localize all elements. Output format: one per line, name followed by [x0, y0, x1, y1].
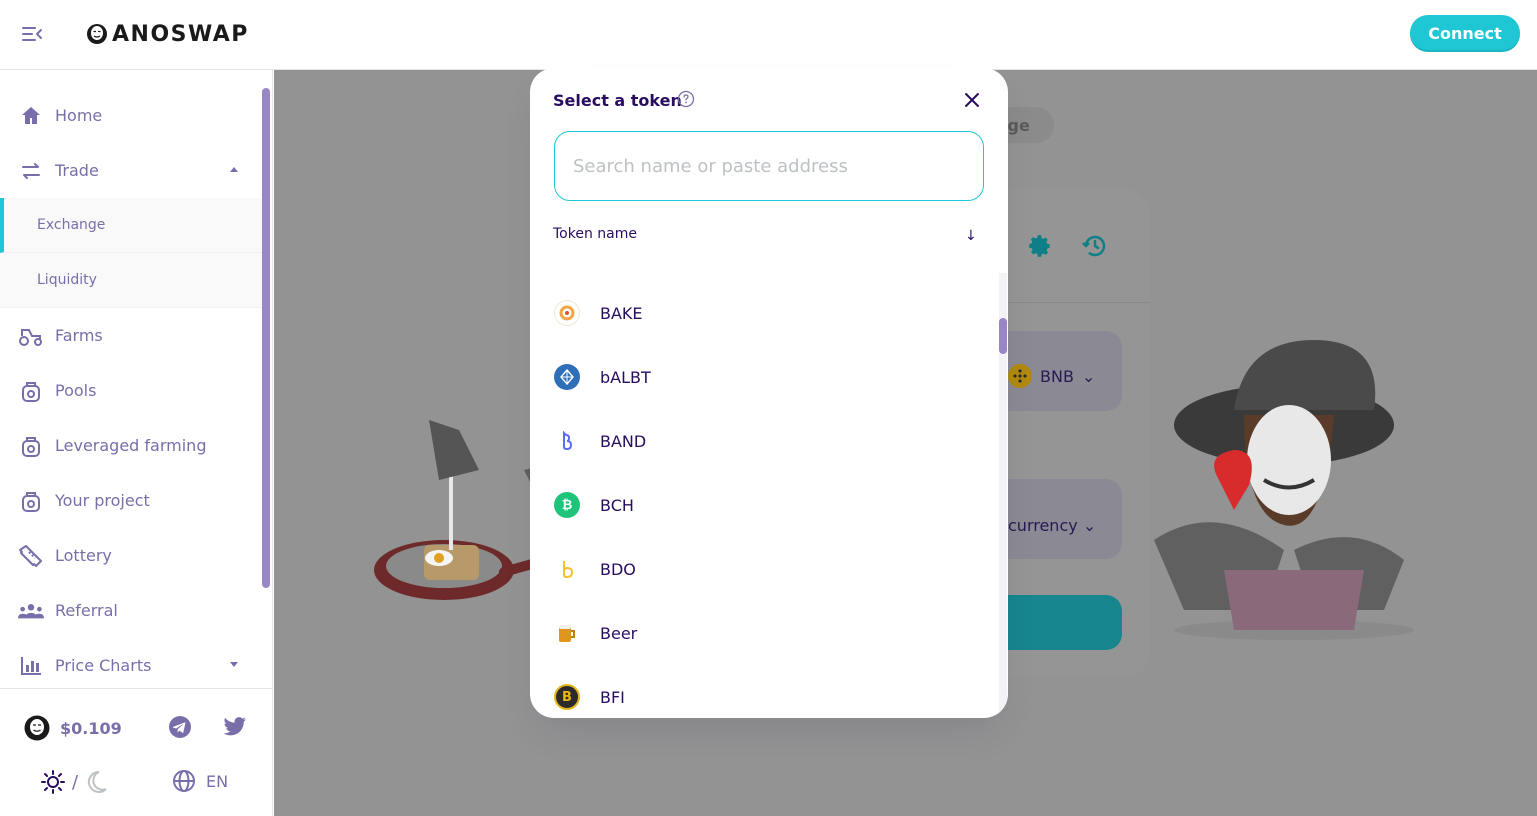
twitter-icon[interactable]: [223, 716, 247, 738]
mascot-kiss-illustration: [1154, 340, 1414, 640]
sidebar-item-label: Your project: [55, 491, 150, 510]
logo-text: ANOSWAP: [112, 21, 249, 47]
token-name-column-header: Token name: [553, 226, 637, 242]
chevron-up-icon: [230, 167, 238, 172]
sidebar-item-label: Pools: [55, 381, 97, 400]
chevron-down-icon: ⌄: [1082, 516, 1097, 535]
sidebar-item-label: Trade: [55, 161, 99, 180]
sidebar-item-referral[interactable]: Referral: [0, 583, 262, 638]
token-symbol: BDO: [600, 559, 636, 579]
sidebar-item-home[interactable]: Home: [0, 88, 262, 143]
ticket-icon: [19, 544, 42, 567]
sidebar-item-label: Price Charts: [55, 656, 152, 675]
help-icon[interactable]: [677, 90, 695, 108]
sidebar-item-label: Home: [55, 106, 103, 125]
close-icon[interactable]: [962, 90, 982, 110]
chevron-down-icon: [230, 662, 238, 667]
token-row-bch[interactable]: ₿ BCH: [530, 473, 990, 537]
token-symbol: BAND: [600, 431, 647, 451]
sidebar-subitem-exchange[interactable]: Exchange: [0, 198, 262, 253]
modal-title: Select a token: [553, 91, 682, 110]
sidebar-subitem-liquidity[interactable]: Liquidity: [0, 253, 262, 308]
tractor-icon: [19, 328, 42, 346]
sidebar-item-leveraged-farming[interactable]: Leveraged farming: [0, 418, 262, 473]
theme-separator: /: [72, 771, 79, 793]
top-navbar: ANOSWAP Connect: [0, 0, 1537, 70]
token-price-value: $0.109: [60, 718, 122, 738]
moon-icon: [87, 770, 107, 793]
select-token-modal: Select a token Token name ↓ BAKE bALBT B…: [530, 68, 1008, 718]
bnb-icon: [1008, 364, 1032, 388]
sidebar-nav: Home Trade Exchange Liquidity Farms Pool…: [0, 88, 262, 693]
token-symbol: BCH: [600, 495, 634, 515]
sidebar-item-label: Referral: [55, 601, 118, 620]
token-row-bfi[interactable]: B BFI: [530, 665, 990, 718]
mask-token-icon: [24, 715, 50, 741]
telegram-icon[interactable]: [168, 715, 192, 739]
sort-arrow-icon[interactable]: ↓: [965, 228, 977, 244]
theme-toggle[interactable]: /: [40, 769, 108, 795]
menu-collapse-icon[interactable]: [20, 22, 44, 46]
sidebar-scrollbar[interactable]: [262, 88, 270, 588]
sidebar-item-label: Lottery: [55, 546, 112, 565]
sidebar-item-label: Leveraged farming: [55, 436, 207, 455]
token-symbol: bALBT: [600, 367, 651, 387]
pool-icon: [22, 436, 40, 457]
globe-icon: [173, 770, 195, 792]
balbt-token-icon: [554, 364, 580, 390]
chevron-down-icon: ⌄: [1081, 366, 1096, 386]
home-icon: [22, 106, 40, 124]
chart-icon: [21, 656, 41, 675]
sidebar-item-lottery[interactable]: Lottery: [0, 528, 262, 583]
pool-icon: [22, 491, 40, 512]
language-selector[interactable]: EN: [172, 769, 228, 793]
token-list-scrollbar[interactable]: [999, 318, 1007, 354]
from-currency-label: BNB: [1040, 366, 1074, 386]
connect-wallet-button[interactable]: Connect: [1410, 15, 1520, 52]
token-search-input[interactable]: [554, 131, 984, 201]
to-currency-select: currency ⌄: [1008, 516, 1096, 535]
token-symbol: BAKE: [600, 303, 643, 323]
token-row-beer[interactable]: Beer: [530, 601, 990, 665]
to-currency-label: currency: [1008, 516, 1078, 535]
sidebar-item-pools[interactable]: Pools: [0, 363, 262, 418]
gear-icon: [1029, 235, 1050, 257]
token-row-balbt[interactable]: bALBT: [530, 345, 990, 409]
trade-icon: [22, 162, 40, 179]
bake-token-icon: [554, 300, 580, 326]
token-symbol: Beer: [600, 623, 638, 643]
band-token-icon: [554, 428, 580, 454]
token-row-band[interactable]: BAND: [530, 409, 990, 473]
sidebar-item-label: Farms: [55, 326, 103, 345]
token-row-bdo[interactable]: BDO: [530, 537, 990, 601]
group-icon: [18, 603, 44, 618]
pool-icon: [22, 381, 40, 402]
language-label: EN: [206, 771, 229, 791]
token-price[interactable]: $0.109: [24, 715, 122, 741]
sidebar-item-farms[interactable]: Farms: [0, 308, 262, 363]
sun-icon: [41, 770, 65, 794]
sidebar-item-price-charts[interactable]: Price Charts: [0, 638, 262, 693]
history-icon: [1082, 235, 1106, 257]
sidebar-item-trade[interactable]: Trade: [0, 143, 262, 198]
token-row-bake[interactable]: BAKE: [530, 281, 990, 345]
sidebar-item-your-project[interactable]: Your project: [0, 473, 262, 528]
from-currency-select: BNB ⌄: [1008, 364, 1095, 388]
beer-mug-icon: [554, 620, 580, 646]
bch-token-icon: ₿: [554, 492, 580, 518]
token-symbol: BFI: [600, 687, 625, 707]
bdo-token-icon: [554, 556, 580, 582]
bfi-token-icon: B: [554, 684, 580, 710]
token-list: BAKE bALBT BAND ₿ BCH BDO Beer B BFI: [530, 273, 1000, 718]
logo[interactable]: ANOSWAP: [86, 18, 249, 50]
sidebar-footer: $0.109 / EN: [0, 688, 273, 816]
mask-logo-icon: [87, 24, 107, 44]
sidebar: Home Trade Exchange Liquidity Farms Pool…: [0, 70, 273, 816]
